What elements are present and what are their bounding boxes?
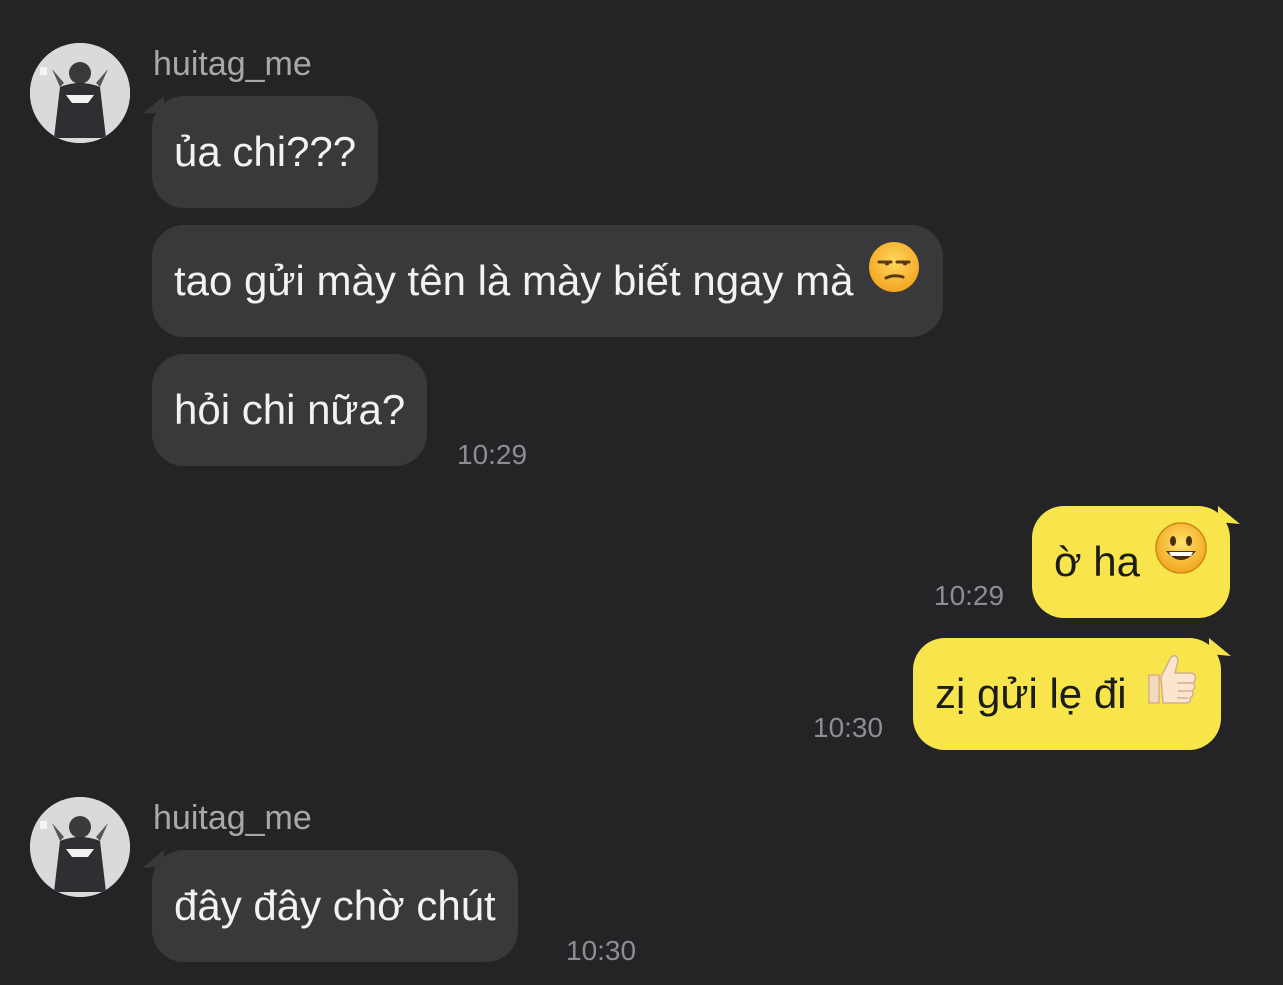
- timestamp: 10:30: [566, 935, 637, 966]
- message-text: hỏi chi nữa?: [174, 386, 406, 433]
- unamused-face-icon: [867, 224, 921, 336]
- message-text: ủa chi???: [174, 128, 357, 175]
- message-bubble[interactable]: ờ ha: [1032, 506, 1230, 618]
- avatar-photo-icon: [30, 797, 130, 897]
- avatar[interactable]: [30, 797, 130, 897]
- message-text: ờ ha: [1054, 538, 1140, 585]
- thumbs-up-icon: [1141, 637, 1199, 749]
- message-text: zị gửi lẹ đi: [935, 670, 1127, 717]
- timestamp: 10:29: [934, 580, 1005, 611]
- sender-name: huitag_me: [153, 799, 312, 837]
- message-text: tao gửi mày tên là mày biết ngay mà: [174, 257, 854, 304]
- message-bubble[interactable]: zị gửi lẹ đi: [913, 638, 1221, 750]
- message-bubble[interactable]: tao gửi mày tên là mày biết ngay mà: [152, 224, 944, 337]
- message-text: đây đây chờ chút: [174, 882, 496, 929]
- avatar[interactable]: [30, 43, 130, 143]
- timestamp: 10:29: [457, 439, 528, 470]
- timestamp: 10:30: [813, 712, 884, 743]
- message-bubble[interactable]: hỏi chi nữa?: [152, 354, 428, 466]
- sender-name: huitag_me: [153, 45, 312, 83]
- message-bubble[interactable]: ủa chi???: [152, 96, 379, 208]
- message-bubble[interactable]: đây đây chờ chút: [152, 850, 518, 962]
- avatar-photo-icon: [30, 43, 130, 143]
- grinning-face-icon: [1154, 505, 1208, 617]
- chat-thread: huitag_me ủa chi??? tao gửi mày tên là m…: [0, 0, 1283, 985]
